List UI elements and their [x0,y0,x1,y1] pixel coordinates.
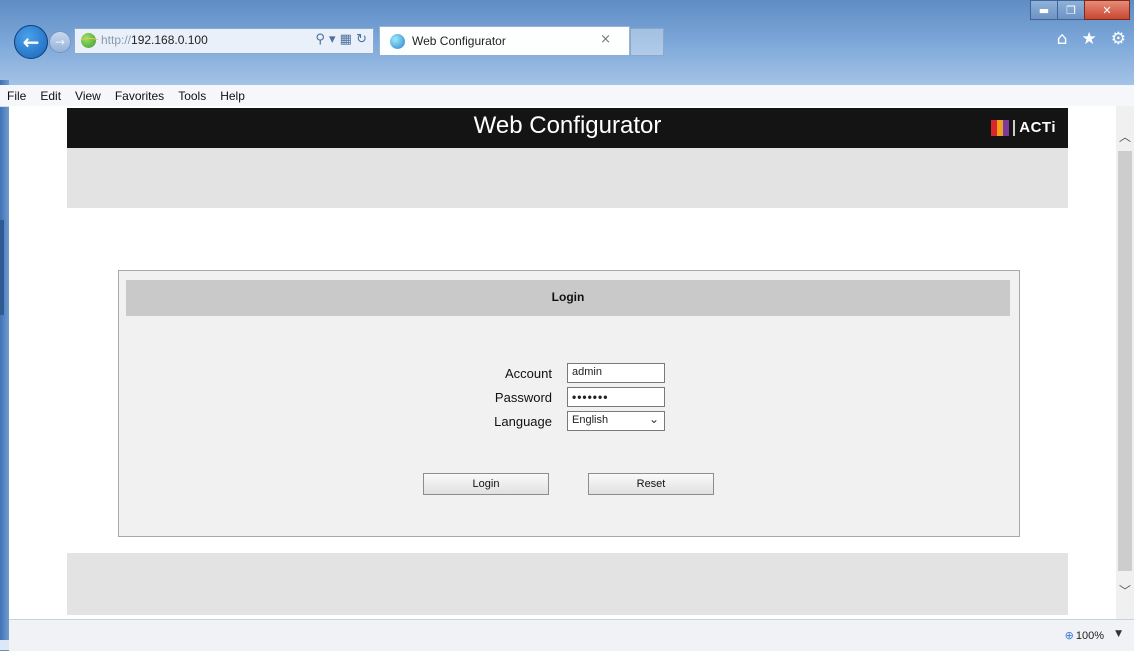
back-arrow-icon[interactable]: ← [14,25,48,59]
top-gray-strip [67,148,1068,208]
language-label: Language [494,414,552,429]
menu-favorites[interactable]: Favorites [108,89,171,103]
menu-tools[interactable]: Tools [171,89,213,103]
gear-icon[interactable]: ⚙ [1111,29,1126,49]
tab-close-icon[interactable]: × [600,32,611,47]
home-icon[interactable]: ⌂ [1057,29,1068,49]
url-text: http://192.168.0.100 [101,33,208,47]
chevron-down-icon: ⌄ [648,412,659,426]
browser-toolbar-icons: ⌂ ★ ⚙ [1057,29,1126,49]
menu-view[interactable]: View [68,89,108,103]
account-field[interactable]: admin [567,363,665,383]
page-viewport: Web Configurator ACTi Login Account admi… [9,106,1116,619]
search-icon[interactable]: ⚲ [315,32,325,47]
bottom-gray-strip [67,553,1068,615]
menu-file[interactable]: File [0,89,33,103]
login-panel: Login Account admin Password ••••••• Lan… [118,270,1020,537]
account-label: Account [505,366,552,381]
maximize-button[interactable]: ❐ [1057,0,1084,20]
close-window-button[interactable]: ✕ [1084,0,1130,20]
status-bar: ⊕ 100% ▼ [9,619,1134,651]
password-field[interactable]: ••••••• [567,387,665,407]
ie-page-icon [79,33,100,48]
address-actions: ⚲ ▾ ▦ ↻ [315,32,367,47]
page-title: Web Configurator [473,112,662,139]
zoom-dropdown-icon[interactable]: ▼ [1115,629,1122,639]
tab-web-configurator[interactable]: Web Configurator × [379,26,630,55]
browser-window: ▬ ❐ ✕ ← → http://192.168.0.100 ⚲ ▾ ▦ ↻ W… [0,0,1134,651]
ie-tab-icon [390,34,405,49]
acti-logo: ACTi [991,119,1056,136]
scroll-up-icon[interactable]: ︿ [1116,128,1134,146]
login-title: Login [551,290,585,304]
login-header: Login [126,280,1010,316]
desktop-edge-mark [0,220,4,315]
reset-button[interactable]: Reset [588,473,714,495]
acti-logo-mark-icon [991,119,1010,136]
window-controls: ▬ ❐ ✕ [1030,0,1130,20]
zoom-icon: ⊕ [1064,629,1074,642]
tab-title: Web Configurator [412,34,506,48]
menu-edit[interactable]: Edit [33,89,68,103]
compat-view-icon[interactable]: ▦ [340,32,352,47]
navigation-bar: ← → http://192.168.0.100 ⚲ ▾ ▦ ↻ Web Con… [0,22,1134,60]
address-bar[interactable]: http://192.168.0.100 ⚲ ▾ ▦ ↻ [74,28,374,54]
header-banner: Web Configurator ACTi [67,108,1068,148]
scroll-thumb[interactable] [1118,151,1132,571]
zoom-control[interactable]: ⊕ 100% [1065,629,1104,642]
minimize-button[interactable]: ▬ [1030,0,1057,20]
vertical-scrollbar[interactable]: ︿ ﹀ [1116,106,1134,619]
star-icon[interactable]: ★ [1082,29,1097,49]
window-left-edge [0,80,9,640]
scroll-down-icon[interactable]: ﹀ [1116,582,1134,600]
zoom-level: 100% [1075,630,1104,642]
refresh-icon[interactable]: ↻ [356,32,367,47]
brand-name: ACTi [1019,119,1056,136]
language-select[interactable]: English ⌄ [567,411,665,431]
language-selected: English [572,414,609,426]
forward-arrow-icon[interactable]: → [49,31,71,53]
menu-help[interactable]: Help [213,89,252,103]
login-button[interactable]: Login [423,473,549,495]
new-tab-button[interactable] [630,28,664,56]
menu-bar: File Edit View Favorites Tools Help [0,85,1134,107]
password-label: Password [494,390,552,405]
dropdown-icon[interactable]: ▾ [329,32,336,47]
logo-divider [1013,119,1016,136]
